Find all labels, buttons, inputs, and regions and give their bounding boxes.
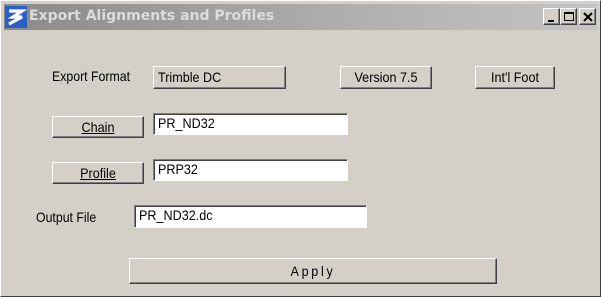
profile-button[interactable]: Profile (52, 162, 144, 184)
output-file-field[interactable]: PR_ND32.dc (134, 205, 367, 228)
output-file-label: Output File (36, 209, 97, 225)
maximize-icon (564, 12, 574, 21)
profile-value: PRP32 (158, 161, 198, 177)
profile-button-label: Profile (80, 165, 116, 181)
dialog-window: Export Alignments and Profiles Export Fo… (0, 0, 601, 297)
apply-button-label: Apply (290, 263, 336, 279)
output-file-value: PR_ND32.dc (139, 207, 213, 223)
close-icon (583, 12, 593, 22)
close-button[interactable] (579, 8, 596, 25)
minimize-icon (548, 20, 554, 22)
title-bar[interactable]: Export Alignments and Profiles (4, 4, 597, 30)
version-button[interactable]: Version 7.5 (340, 66, 432, 89)
minimize-button[interactable] (543, 8, 560, 25)
units-button[interactable]: Int'l Foot (475, 66, 555, 89)
apply-button[interactable]: Apply (129, 258, 497, 284)
version-button-label: Version 7.5 (354, 69, 418, 85)
maximize-button[interactable] (560, 8, 577, 25)
chain-field[interactable]: PR_ND32 (153, 113, 348, 135)
chain-value: PR_ND32 (158, 115, 215, 131)
profile-field[interactable]: PRP32 (153, 159, 348, 181)
app-logo-icon (5, 6, 27, 28)
export-format-label: Export Format (52, 68, 131, 84)
window-title: Export Alignments and Profiles (29, 8, 275, 24)
units-button-label: Int'l Foot (491, 69, 539, 85)
chain-button-label: Chain (81, 119, 115, 135)
format-button-label: Trimble DC (158, 69, 222, 85)
chain-button[interactable]: Chain (52, 116, 144, 138)
format-button[interactable]: Trimble DC (153, 66, 286, 89)
